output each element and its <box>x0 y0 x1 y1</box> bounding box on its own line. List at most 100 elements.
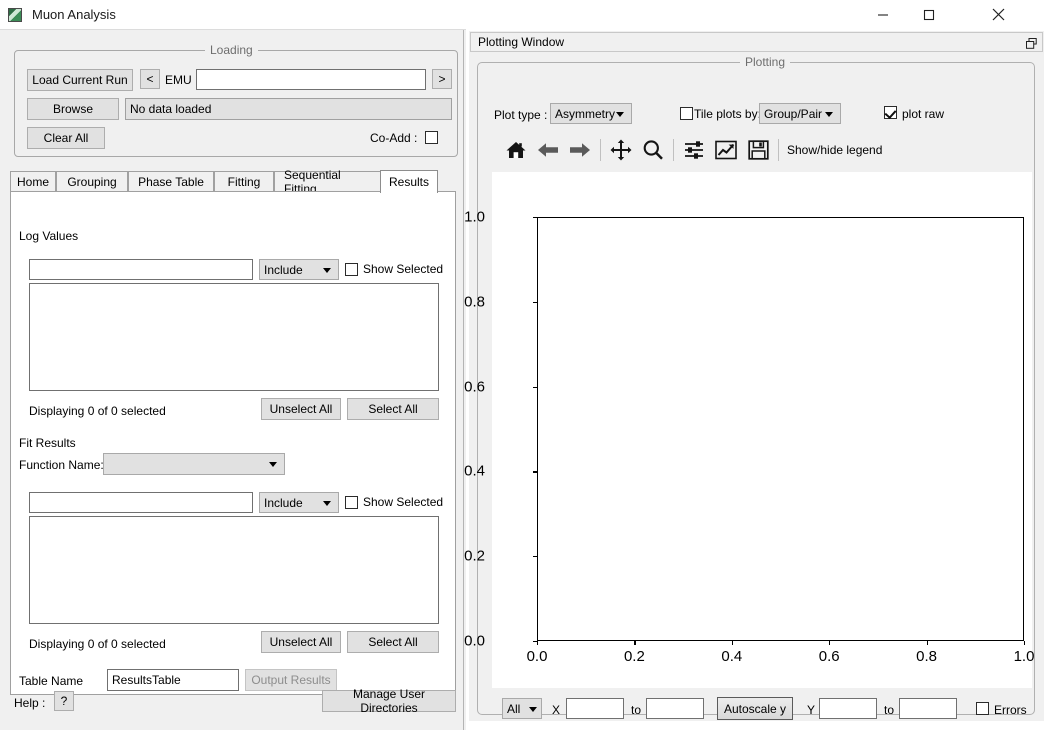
y-tick-label: 0.4 <box>464 463 485 480</box>
show-hide-legend-label[interactable]: Show/hide legend <box>787 143 882 157</box>
left-panel: Loading Load Current Run < EMU > Browse … <box>0 29 466 730</box>
table-name-label: Table Name <box>19 674 83 688</box>
x-range-label: X <box>552 703 560 717</box>
log-values-filter-input[interactable] <box>29 259 253 280</box>
autoscale-y-button[interactable]: Autoscale y <box>717 697 793 720</box>
function-name-select[interactable] <box>103 453 285 475</box>
sliders-icon <box>683 140 705 160</box>
pan-button[interactable] <box>605 135 637 165</box>
y-tick-label: 0.0 <box>464 633 485 650</box>
x-tick-mark <box>1024 641 1025 645</box>
manage-user-directories-button[interactable]: Manage User Directories <box>322 690 456 712</box>
help-button[interactable]: ? <box>54 691 74 711</box>
home-button[interactable] <box>500 135 532 165</box>
tile-plots-label: Tile plots by: <box>694 107 761 121</box>
zoom-button[interactable] <box>637 135 669 165</box>
tab-fitting[interactable]: Fitting <box>214 171 274 192</box>
forward-button[interactable] <box>564 135 596 165</box>
plotting-window-dock: Plotting Window Plotting Plot type : Asy… <box>469 31 1044 721</box>
minimize-button[interactable] <box>860 0 906 29</box>
help-label: Help : <box>14 696 45 710</box>
browse-button[interactable]: Browse <box>27 98 119 120</box>
log-values-filter-mode-select[interactable]: Include <box>259 259 339 280</box>
x-tick-mark <box>537 641 538 645</box>
run-number-input[interactable] <box>196 69 426 90</box>
float-window-icon <box>1026 38 1037 49</box>
maximize-button[interactable] <box>906 0 952 29</box>
configure-subplots-button[interactable] <box>678 135 710 165</box>
clear-all-button[interactable]: Clear All <box>27 127 105 149</box>
previous-run-button[interactable]: < <box>140 69 160 89</box>
tab-sequential-fitting[interactable]: Sequential Fitting <box>274 171 382 192</box>
results-tab-pane: Log Values Include Show Selected Display… <box>10 191 456 695</box>
tile-plots-by-select[interactable]: Group/Pair <box>759 103 841 124</box>
edit-axis-button[interactable] <box>710 135 742 165</box>
plot-raw-label: plot raw <box>902 107 944 121</box>
fit-results-filter-mode-value: Include <box>264 496 303 510</box>
fit-results-filter-mode-select[interactable]: Include <box>259 492 339 513</box>
fit-results-list[interactable] <box>29 516 439 624</box>
chevron-down-icon <box>323 268 331 273</box>
x-tick-mark <box>927 641 928 645</box>
plot-type-value: Asymmetry <box>555 107 615 121</box>
y-tick-mark <box>533 471 537 472</box>
plot-canvas[interactable]: 1.0 0.8 0.6 0.4 0.2 0.0 0.0 0.2 0.4 0.6 … <box>492 172 1032 688</box>
co-add-checkbox[interactable] <box>425 131 438 144</box>
fit-results-unselect-all-button[interactable]: Unselect All <box>261 631 341 653</box>
window-title: Muon Analysis <box>32 7 116 22</box>
y-max-input[interactable] <box>899 698 957 719</box>
plotting-window-title: Plotting Window <box>478 35 564 49</box>
close-button[interactable] <box>975 0 1021 29</box>
x-min-input[interactable] <box>566 698 624 719</box>
fit-results-select-all-button[interactable]: Select All <box>347 631 439 653</box>
plot-axes <box>537 217 1024 641</box>
log-values-show-selected-checkbox[interactable] <box>345 263 358 276</box>
range-scope-select[interactable]: All <box>502 698 542 719</box>
log-values-show-selected-label: Show Selected <box>363 262 443 276</box>
fit-results-filter-input[interactable] <box>29 492 253 513</box>
load-current-run-button[interactable]: Load Current Run <box>27 69 133 91</box>
x-tick-label: 0.2 <box>624 648 645 665</box>
log-values-select-all-button[interactable]: Select All <box>347 398 439 420</box>
x-tick-mark <box>732 641 733 645</box>
next-run-button[interactable]: > <box>432 69 452 89</box>
y-tick-mark <box>533 556 537 557</box>
tab-home[interactable]: Home <box>10 171 56 192</box>
tile-plots-checkbox[interactable] <box>680 107 693 120</box>
x-tick-mark <box>829 641 830 645</box>
y-min-input[interactable] <box>819 698 877 719</box>
y-range-label: Y <box>807 703 815 717</box>
y-tick-label: 0.8 <box>464 293 485 310</box>
toolbar-separator <box>778 139 779 161</box>
float-window-button[interactable] <box>1023 35 1039 51</box>
back-button[interactable] <box>532 135 564 165</box>
y-tick-label: 0.6 <box>464 378 485 395</box>
load-status-field: No data loaded <box>125 98 452 120</box>
minimize-icon <box>877 9 889 21</box>
arrow-right-icon <box>568 140 592 160</box>
table-name-input[interactable]: ResultsTable <box>107 669 239 691</box>
function-name-label: Function Name: <box>19 458 104 472</box>
x-tick-label: 0.8 <box>916 648 937 665</box>
plot-type-select[interactable]: Asymmetry <box>550 103 632 124</box>
y-to-label: to <box>884 703 894 717</box>
save-figure-button[interactable] <box>742 135 774 165</box>
tab-results[interactable]: Results <box>380 170 438 193</box>
instrument-label: EMU <box>165 73 192 87</box>
output-results-button[interactable]: Output Results <box>245 669 337 691</box>
x-tick-label: 0.0 <box>527 648 548 665</box>
x-max-input[interactable] <box>646 698 704 719</box>
log-values-unselect-all-button[interactable]: Unselect All <box>261 398 341 420</box>
plot-raw-checkbox[interactable] <box>884 106 897 119</box>
loading-groupbox: Loading Load Current Run < EMU > Browse … <box>14 50 458 157</box>
fit-results-show-selected-label: Show Selected <box>363 495 443 509</box>
errors-checkbox[interactable] <box>976 702 989 715</box>
fit-results-show-selected-checkbox[interactable] <box>345 496 358 509</box>
log-values-status-label: Displaying 0 of 0 selected <box>29 404 166 418</box>
log-values-list[interactable] <box>29 283 439 391</box>
tab-phase-table[interactable]: Phase Table <box>128 171 214 192</box>
co-add-label: Co-Add : <box>370 131 417 145</box>
matplotlib-navigation-toolbar: Show/hide legend <box>500 134 878 166</box>
tab-grouping[interactable]: Grouping <box>56 171 128 192</box>
chevron-down-icon <box>269 462 277 467</box>
